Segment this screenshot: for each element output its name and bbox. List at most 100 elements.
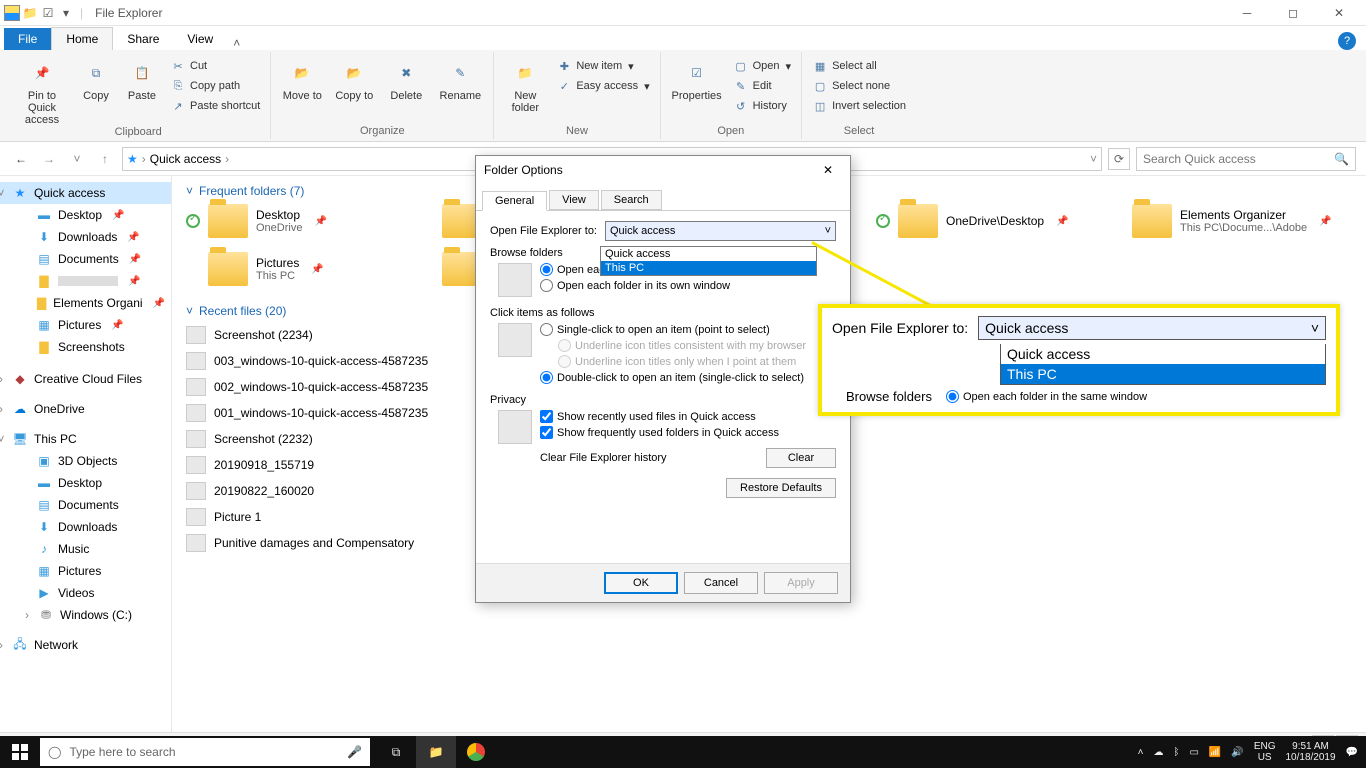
nav-quick-access[interactable]: ˅★Quick access bbox=[0, 182, 171, 204]
pin-to-quick-access-button[interactable]: 📌Pin to Quick access bbox=[14, 54, 70, 126]
nav-downloads-pc[interactable]: ⬇Downloads bbox=[0, 516, 171, 538]
taskbar-search[interactable]: ◯ Type here to search 🎤 bbox=[40, 738, 370, 766]
qat-new-folder-icon[interactable]: 📁 bbox=[22, 5, 38, 21]
dialog-close-button[interactable]: ✕ bbox=[814, 163, 842, 177]
nav-pictures-pc[interactable]: ▦Pictures bbox=[0, 560, 171, 582]
mic-icon[interactable]: 🎤 bbox=[347, 745, 362, 759]
nav-screenshots[interactable]: ▇Screenshots bbox=[0, 336, 171, 358]
edit-button[interactable]: ✎Edit bbox=[731, 77, 793, 95]
restore-defaults-button[interactable]: Restore Defaults bbox=[726, 478, 836, 498]
minimize-button[interactable]: ─ bbox=[1224, 0, 1270, 26]
checkbox-recent-files[interactable]: Show recently used files in Quick access bbox=[540, 410, 836, 423]
properties-button[interactable]: ☑Properties bbox=[669, 54, 725, 102]
radio-single-click[interactable]: Single-click to open an item (point to s… bbox=[540, 323, 806, 336]
open-explorer-dropdown[interactable]: Quick access This PC bbox=[600, 246, 817, 276]
search-input[interactable]: Search Quick access 🔍 bbox=[1136, 147, 1356, 171]
taskbar-explorer-button[interactable]: 📁 bbox=[416, 736, 456, 768]
dropdown-option-quick-access[interactable]: Quick access bbox=[601, 247, 816, 261]
forward-button[interactable]: → bbox=[38, 148, 60, 170]
nav-desktop[interactable]: ▬Desktop📌 bbox=[0, 204, 171, 226]
radio-own-window[interactable]: Open each folder in its own window bbox=[540, 279, 741, 292]
back-button[interactable]: ← bbox=[10, 148, 32, 170]
nav-documents[interactable]: ▤Documents📌 bbox=[0, 248, 171, 270]
tray-battery-icon[interactable]: ▭ bbox=[1189, 747, 1198, 758]
frequent-folder-elements[interactable]: Elements OrganizerThis PC\Docume...\Adob… bbox=[1132, 204, 1352, 238]
nav-network[interactable]: ›🖧Network bbox=[0, 634, 171, 656]
rename-button[interactable]: ✎Rename bbox=[435, 54, 485, 102]
open-button[interactable]: ▢Open▾ bbox=[731, 57, 793, 75]
select-none-button[interactable]: ▢Select none bbox=[810, 77, 908, 95]
copy-button[interactable]: ⧉Copy bbox=[76, 54, 116, 102]
cut-button[interactable]: ✂Cut bbox=[168, 57, 262, 75]
tab-file[interactable]: File bbox=[4, 28, 51, 50]
tray-onedrive-icon[interactable]: ☁ bbox=[1153, 747, 1163, 758]
paste-shortcut-button[interactable]: ↗Paste shortcut bbox=[168, 97, 262, 115]
nav-downloads[interactable]: ⬇Downloads📌 bbox=[0, 226, 171, 248]
start-button[interactable] bbox=[0, 744, 40, 760]
copy-path-button[interactable]: ⎘Copy path bbox=[168, 77, 262, 95]
nav-this-pc[interactable]: ˅🖥This PC bbox=[0, 428, 171, 450]
ok-button[interactable]: OK bbox=[604, 572, 678, 594]
select-all-button[interactable]: ▦Select all bbox=[810, 57, 908, 75]
breadcrumb[interactable]: Quick access bbox=[150, 152, 221, 166]
address-dropdown-icon[interactable]: ˅ bbox=[1090, 152, 1097, 166]
collapse-ribbon-icon[interactable]: ˄ bbox=[227, 36, 246, 50]
nav-desktop-pc[interactable]: ▬Desktop bbox=[0, 472, 171, 494]
easy-access-button[interactable]: ✓Easy access▾ bbox=[554, 77, 651, 95]
dialog-tab-general[interactable]: General bbox=[482, 191, 547, 211]
frequent-folder-pictures[interactable]: PicturesThis PC 📌 bbox=[186, 252, 406, 286]
tray-lang[interactable]: ENG bbox=[1254, 741, 1276, 752]
callout-select[interactable]: Quick access˅ bbox=[978, 316, 1326, 340]
radio-double-click[interactable]: Double-click to open an item (single-cli… bbox=[540, 371, 806, 384]
nav-3d-objects[interactable]: ▣3D Objects bbox=[0, 450, 171, 472]
tab-view[interactable]: View bbox=[173, 28, 227, 50]
callout-option-quick-access[interactable]: Quick access bbox=[1001, 344, 1325, 364]
frequent-folder-desktop[interactable]: DesktopOneDrive 📌 bbox=[186, 204, 406, 238]
apply-button[interactable]: Apply bbox=[764, 572, 838, 594]
checkbox-frequent-folders[interactable]: Show frequently used folders in Quick ac… bbox=[540, 426, 836, 439]
invert-selection-button[interactable]: ◫Invert selection bbox=[810, 97, 908, 115]
dialog-tab-view[interactable]: View bbox=[549, 190, 599, 210]
callout-dropdown[interactable]: Quick access This PC bbox=[1000, 344, 1326, 385]
move-to-button[interactable]: 📂Move to bbox=[279, 54, 325, 102]
nav-onedrive[interactable]: ›☁OneDrive bbox=[0, 398, 171, 420]
help-icon[interactable]: ? bbox=[1338, 32, 1356, 50]
dropdown-option-this-pc[interactable]: This PC bbox=[601, 261, 816, 275]
qat-properties-icon[interactable]: ☑ bbox=[40, 5, 56, 21]
tray-notifications-icon[interactable]: 💬 bbox=[1346, 747, 1358, 758]
dialog-tab-search[interactable]: Search bbox=[601, 190, 662, 210]
nav-creative-cloud[interactable]: ›◆Creative Cloud Files bbox=[0, 368, 171, 390]
copy-to-button[interactable]: 📂Copy to bbox=[331, 54, 377, 102]
nav-videos[interactable]: ▶Videos bbox=[0, 582, 171, 604]
history-button[interactable]: ↺History bbox=[731, 97, 793, 115]
paste-button[interactable]: 📋Paste bbox=[122, 54, 162, 102]
nav-redacted[interactable]: ▇📌 bbox=[0, 270, 171, 292]
cancel-button[interactable]: Cancel bbox=[684, 572, 758, 594]
tray-wifi-icon[interactable]: 📶 bbox=[1209, 747, 1221, 758]
taskbar-chrome-button[interactable] bbox=[456, 736, 496, 768]
tray-volume-icon[interactable]: 🔊 bbox=[1231, 747, 1243, 758]
tray-bluetooth-icon[interactable]: ᛒ bbox=[1173, 747, 1179, 758]
tray-time[interactable]: 9:51 AM bbox=[1285, 741, 1335, 752]
maximize-button[interactable]: ◻ bbox=[1270, 0, 1316, 26]
callout-option-this-pc[interactable]: This PC bbox=[1001, 364, 1325, 384]
clear-button[interactable]: Clear bbox=[766, 448, 836, 468]
nav-elements-organizer[interactable]: ▇Elements Organi📌 bbox=[0, 292, 171, 314]
up-button[interactable]: ↑ bbox=[94, 148, 116, 170]
nav-windows-c[interactable]: ›⛃Windows (C:) bbox=[0, 604, 171, 626]
nav-pictures[interactable]: ▦Pictures📌 bbox=[0, 314, 171, 336]
nav-documents-pc[interactable]: ▤Documents bbox=[0, 494, 171, 516]
refresh-button[interactable]: ⟳ bbox=[1108, 148, 1130, 170]
task-view-button[interactable]: ⧉ bbox=[376, 736, 416, 768]
nav-music[interactable]: ♪Music bbox=[0, 538, 171, 560]
recent-locations-button[interactable]: ˅ bbox=[66, 148, 88, 170]
new-item-button[interactable]: ✚New item▾ bbox=[554, 57, 651, 75]
delete-button[interactable]: ✖Delete bbox=[383, 54, 429, 102]
tray-up-icon[interactable]: ˄ bbox=[1138, 747, 1144, 758]
callout-radio-same[interactable]: Open each folder in the same window bbox=[946, 390, 1147, 403]
qat-dropdown-icon[interactable]: ▾ bbox=[58, 5, 74, 21]
tab-share[interactable]: Share bbox=[113, 28, 173, 50]
frequent-folder-onedrive-desktop[interactable]: OneDrive\Desktop 📌 bbox=[876, 204, 1096, 238]
open-explorer-select[interactable]: Quick access˅ bbox=[605, 221, 836, 241]
tab-home[interactable]: Home bbox=[51, 27, 113, 50]
